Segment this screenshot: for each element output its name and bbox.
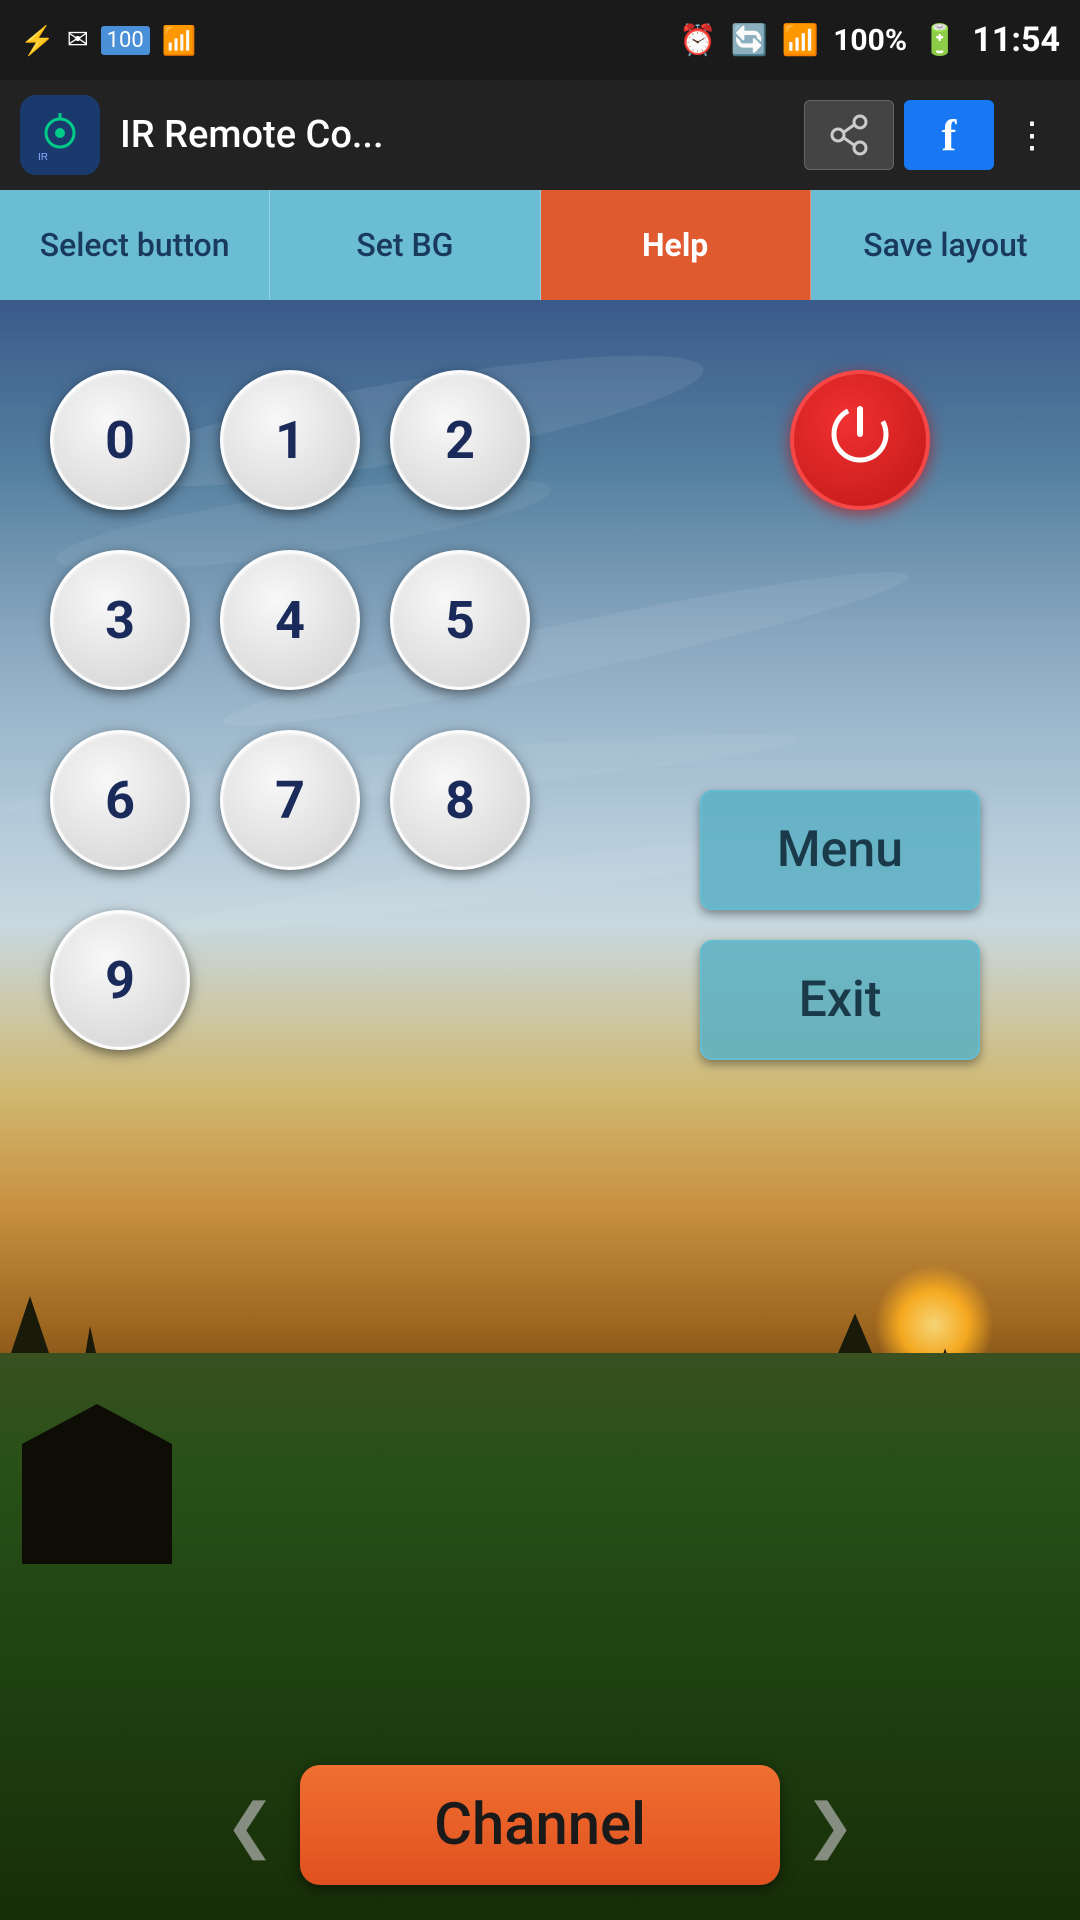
more-options-button[interactable]: ⋮: [1004, 114, 1060, 156]
email-icon: ✉: [67, 25, 89, 55]
channel-bar: ❮ Channel ❯: [0, 1760, 1080, 1920]
svg-text:IR: IR: [38, 152, 48, 163]
battery-percent: 100%: [833, 23, 907, 58]
power-button[interactable]: [790, 370, 930, 510]
status-bar: ⚡ ✉ 100 📶 ⏰ 🔄 📶 100% 🔋 11:54: [0, 0, 1080, 80]
remote-area: 0 1 2 3 4 5 6 7 8 9 Menu: [0, 300, 1080, 1770]
app-bar-actions: f ⋮: [804, 100, 1060, 170]
alarm-icon: ⏰: [679, 23, 716, 58]
status-time: 11:54: [972, 20, 1060, 60]
channel-button[interactable]: Channel: [300, 1765, 780, 1885]
tab-help[interactable]: Help: [541, 190, 811, 300]
sync-icon: 🔄: [730, 23, 767, 58]
prev-channel-button[interactable]: ❮: [200, 1775, 300, 1875]
button-0[interactable]: 0: [50, 370, 190, 510]
button-9[interactable]: 9: [50, 910, 190, 1050]
battery-level-icon: 100: [101, 26, 150, 55]
app-title: IR Remote Co...: [120, 113, 784, 157]
button-3[interactable]: 3: [50, 550, 190, 690]
app-bar: IR IR Remote Co... f ⋮: [0, 80, 1080, 190]
battery-icon: 🔋: [921, 23, 958, 58]
button-8[interactable]: 8: [390, 730, 530, 870]
signal-icon: 📶: [782, 23, 819, 58]
button-2[interactable]: 2: [390, 370, 530, 510]
tab-bar: Select button Set BG Help Save layout: [0, 190, 1080, 300]
fb-icon: f: [942, 110, 957, 161]
next-channel-button[interactable]: ❯: [780, 1775, 880, 1875]
usb-icon: ⚡: [20, 24, 55, 57]
button-7[interactable]: 7: [220, 730, 360, 870]
exit-button[interactable]: Exit: [700, 940, 980, 1060]
share-button[interactable]: [804, 100, 894, 170]
tab-save-layout[interactable]: Save layout: [811, 190, 1080, 300]
button-4[interactable]: 4: [220, 550, 360, 690]
button-1[interactable]: 1: [220, 370, 360, 510]
tab-select-button[interactable]: Select button: [0, 190, 270, 300]
button-6[interactable]: 6: [50, 730, 190, 870]
tab-set-bg[interactable]: Set BG: [270, 190, 540, 300]
app-icon: IR: [20, 95, 100, 175]
power-icon: [825, 399, 895, 482]
menu-button[interactable]: Menu: [700, 790, 980, 910]
facebook-button[interactable]: f: [904, 100, 994, 170]
wifi-icon: 📶: [162, 24, 197, 57]
button-5[interactable]: 5: [390, 550, 530, 690]
